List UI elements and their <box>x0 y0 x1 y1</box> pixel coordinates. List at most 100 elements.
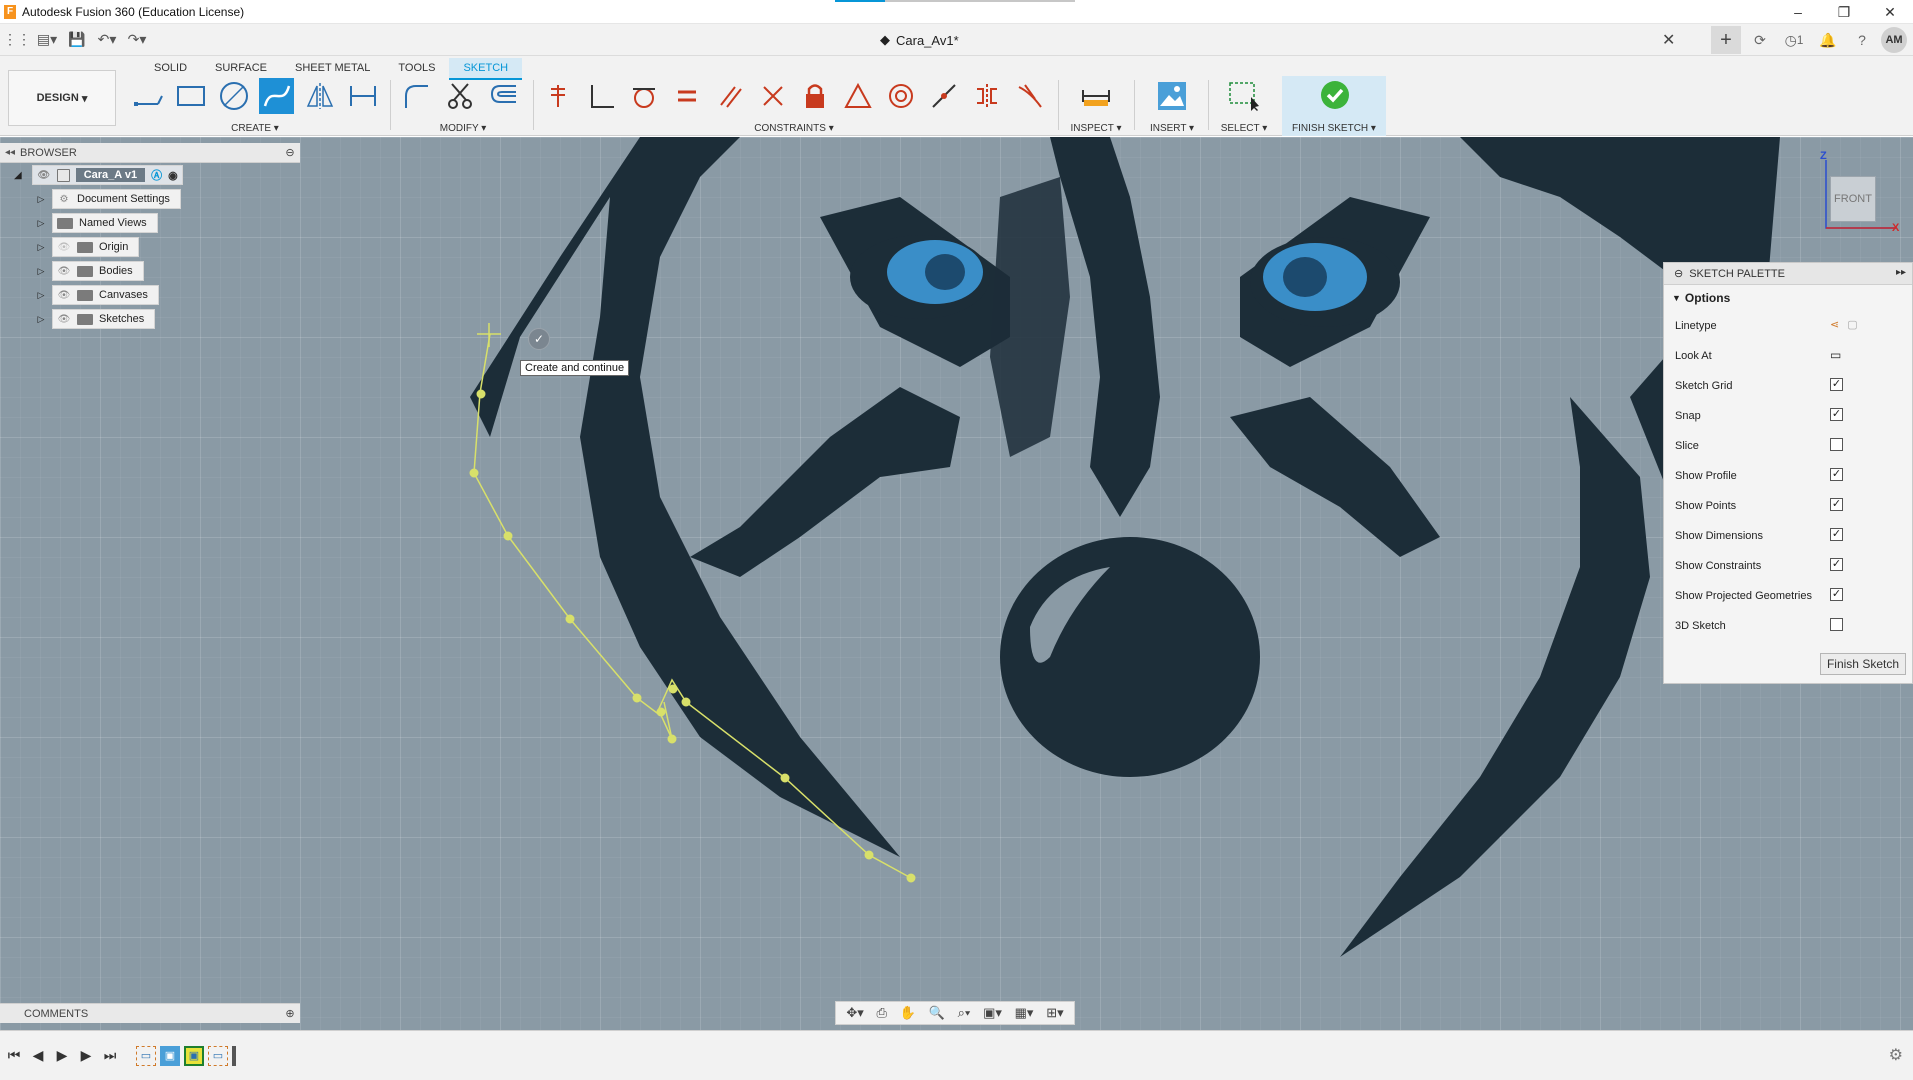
notifications-icon[interactable]: 🔔 <box>1813 26 1843 54</box>
browser-item-bodies[interactable]: ▷ 👁 Bodies <box>0 259 300 283</box>
constraints-menu[interactable]: CONSTRAINTS ▾ <box>540 123 1048 134</box>
browser-item-canvases[interactable]: ▷ 👁 Canvases <box>0 283 300 307</box>
browser-item-document-settings[interactable]: ▷ ⚙ Document Settings <box>0 187 300 211</box>
parallel-constraint-icon[interactable] <box>712 78 748 114</box>
visibility-eye-icon[interactable]: 👁 <box>57 314 71 325</box>
redo-icon[interactable]: ↷▾ <box>124 27 150 53</box>
dimension-tool-icon[interactable] <box>345 78 380 114</box>
new-tab-button[interactable]: + <box>1711 26 1741 54</box>
show-dimensions-checkbox[interactable]: ✓ <box>1830 528 1843 541</box>
palette-finish-sketch-button[interactable]: Finish Sketch <box>1819 653 1906 675</box>
visibility-eye-icon[interactable]: 👁 <box>37 170 51 181</box>
slice-checkbox[interactable] <box>1830 438 1843 451</box>
add-comment-icon[interactable]: ⊕ <box>280 1007 300 1020</box>
palette-close-icon[interactable]: ⊖ <box>1674 267 1683 280</box>
grid-settings-icon[interactable]: ▦▾ <box>1015 1005 1034 1021</box>
insert-menu[interactable]: INSERT ▾ <box>1142 123 1202 134</box>
sketch-grid-checkbox[interactable]: ✓ <box>1830 378 1843 391</box>
timeline-sketch-current-icon[interactable]: ▭ <box>208 1045 228 1066</box>
play-icon[interactable]: ▶ <box>50 1044 74 1068</box>
visibility-eye-icon[interactable]: 👁 <box>57 266 71 277</box>
tangent-constraint-icon[interactable] <box>626 78 662 114</box>
minimize-button[interactable]: – <box>1775 0 1821 24</box>
pan-icon[interactable]: ✋ <box>900 1005 916 1021</box>
expand-icon[interactable]: ▷ <box>36 266 46 276</box>
expand-icon[interactable]: ▷ <box>36 194 46 204</box>
look-at-icon[interactable]: ▭ <box>1830 348 1844 362</box>
tab-surface[interactable]: SURFACE <box>201 58 281 80</box>
root-expand-icon[interactable]: ◢ <box>14 170 22 181</box>
user-avatar[interactable]: AM <box>1881 27 1907 53</box>
display-settings-icon[interactable]: ▣▾ <box>983 1005 1002 1021</box>
file-menu-icon[interactable]: ▤▾ <box>34 27 60 53</box>
help-icon[interactable]: ? <box>1847 26 1877 54</box>
front-face[interactable]: FRONT <box>1830 176 1876 222</box>
step-back-icon[interactable]: ◀ <box>26 1044 50 1068</box>
tab-sheet-metal[interactable]: SHEET METAL <box>281 58 384 80</box>
expand-icon[interactable]: ▷ <box>36 314 46 324</box>
show-points-checkbox[interactable]: ✓ <box>1830 498 1843 511</box>
coincident-constraint-icon[interactable] <box>540 78 576 114</box>
sync-icon[interactable]: ⟳ <box>1745 26 1775 54</box>
viewports-icon[interactable]: ⊞▾ <box>1046 1005 1063 1021</box>
collapse-browser-icon[interactable]: ◂◂ <box>0 147 20 158</box>
inspect-menu[interactable]: INSPECT ▾ <box>1066 123 1126 134</box>
finish-sketch-button[interactable]: FINISH SKETCH ▾ <box>1282 76 1386 136</box>
app-grid-icon[interactable]: ⋮⋮ <box>3 27 31 53</box>
line-tool-icon[interactable] <box>130 78 165 114</box>
close-window-button[interactable]: ✕ <box>1867 0 1913 24</box>
restore-button[interactable]: ❐ <box>1821 0 1867 24</box>
zoom-icon[interactable]: 🔍 <box>929 1005 945 1021</box>
timeline-marker-icon[interactable] <box>232 1045 236 1066</box>
create-menu[interactable]: CREATE ▾ <box>130 123 380 134</box>
go-to-end-icon[interactable]: ⏭ <box>98 1044 122 1068</box>
view-cube[interactable]: Z FRONT X <box>1820 150 1900 234</box>
save-icon[interactable]: 💾 <box>64 27 90 53</box>
show-constraints-checkbox[interactable]: ✓ <box>1830 558 1843 571</box>
tab-sketch[interactable]: SKETCH <box>449 58 523 80</box>
equal-constraint-icon[interactable] <box>669 78 705 114</box>
radio-activate-icon[interactable]: ◉ <box>168 169 178 182</box>
timeline-canvas-active-icon[interactable]: ▣ <box>184 1045 204 1066</box>
activate-component-icon[interactable]: Ⓐ <box>151 167 162 183</box>
trim-tool-icon[interactable] <box>442 78 478 114</box>
spline-tool-icon[interactable] <box>259 78 294 114</box>
look-at-nav-icon[interactable]: ⎙ <box>877 1005 887 1021</box>
expand-icon[interactable]: ▷ <box>36 242 46 252</box>
browser-root[interactable]: ◢ 👁 Cara_A v1 Ⓐ ◉ <box>0 163 300 187</box>
expand-icon[interactable]: ▷ <box>36 290 46 300</box>
collinear-constraint-icon[interactable] <box>926 78 962 114</box>
midpoint-constraint-icon[interactable] <box>840 78 876 114</box>
go-to-start-icon[interactable]: ⏮ <box>2 1044 26 1068</box>
workspace-dropdown[interactable]: DESIGN ▾ <box>8 70 116 126</box>
palette-expand-icon[interactable]: ▸▸ <box>1896 267 1906 278</box>
centerline-icon[interactable]: ▢ <box>1847 318 1857 332</box>
modify-menu[interactable]: MODIFY ▾ <box>398 123 528 134</box>
3d-sketch-checkbox[interactable] <box>1830 618 1843 631</box>
browser-pin-icon[interactable]: ⊖ <box>280 146 300 159</box>
step-forward-icon[interactable]: ▶ <box>74 1044 98 1068</box>
create-and-continue-icon[interactable]: ✓ <box>528 328 550 350</box>
tab-solid[interactable]: SOLID <box>140 58 201 80</box>
window-select-icon[interactable] <box>1226 78 1262 114</box>
job-status-icon[interactable]: ◷ 1 <box>1779 26 1809 54</box>
perpendicular-x-constraint-icon[interactable] <box>755 78 791 114</box>
undo-icon[interactable]: ↶▾ <box>94 27 120 53</box>
tab-tools[interactable]: TOOLS <box>384 58 449 80</box>
fix-constraint-icon[interactable] <box>798 78 834 114</box>
finish-sketch-menu[interactable]: FINISH SKETCH ▾ <box>1282 123 1386 134</box>
browser-item-origin[interactable]: ▷ 👁 Origin <box>0 235 300 259</box>
measure-tool-icon[interactable] <box>1078 78 1114 114</box>
circle-tool-icon[interactable] <box>216 78 251 114</box>
concentric-constraint-icon[interactable] <box>883 78 919 114</box>
insert-canvas-icon[interactable] <box>1154 78 1190 114</box>
fillet-tool-icon[interactable] <box>398 78 434 114</box>
show-profile-checkbox[interactable]: ✓ <box>1830 468 1843 481</box>
mirror-tool-icon[interactable] <box>302 78 337 114</box>
document-tab[interactable]: ◆ Cara_Av1* <box>880 24 959 56</box>
timeline-sketch-icon[interactable]: ▭ <box>136 1045 156 1066</box>
close-tab-icon[interactable]: ✕ <box>1662 30 1675 50</box>
visibility-eye-icon[interactable]: 👁 <box>57 290 71 301</box>
perpendicular-constraint-icon[interactable] <box>583 78 619 114</box>
select-menu[interactable]: SELECT ▾ <box>1214 123 1274 134</box>
